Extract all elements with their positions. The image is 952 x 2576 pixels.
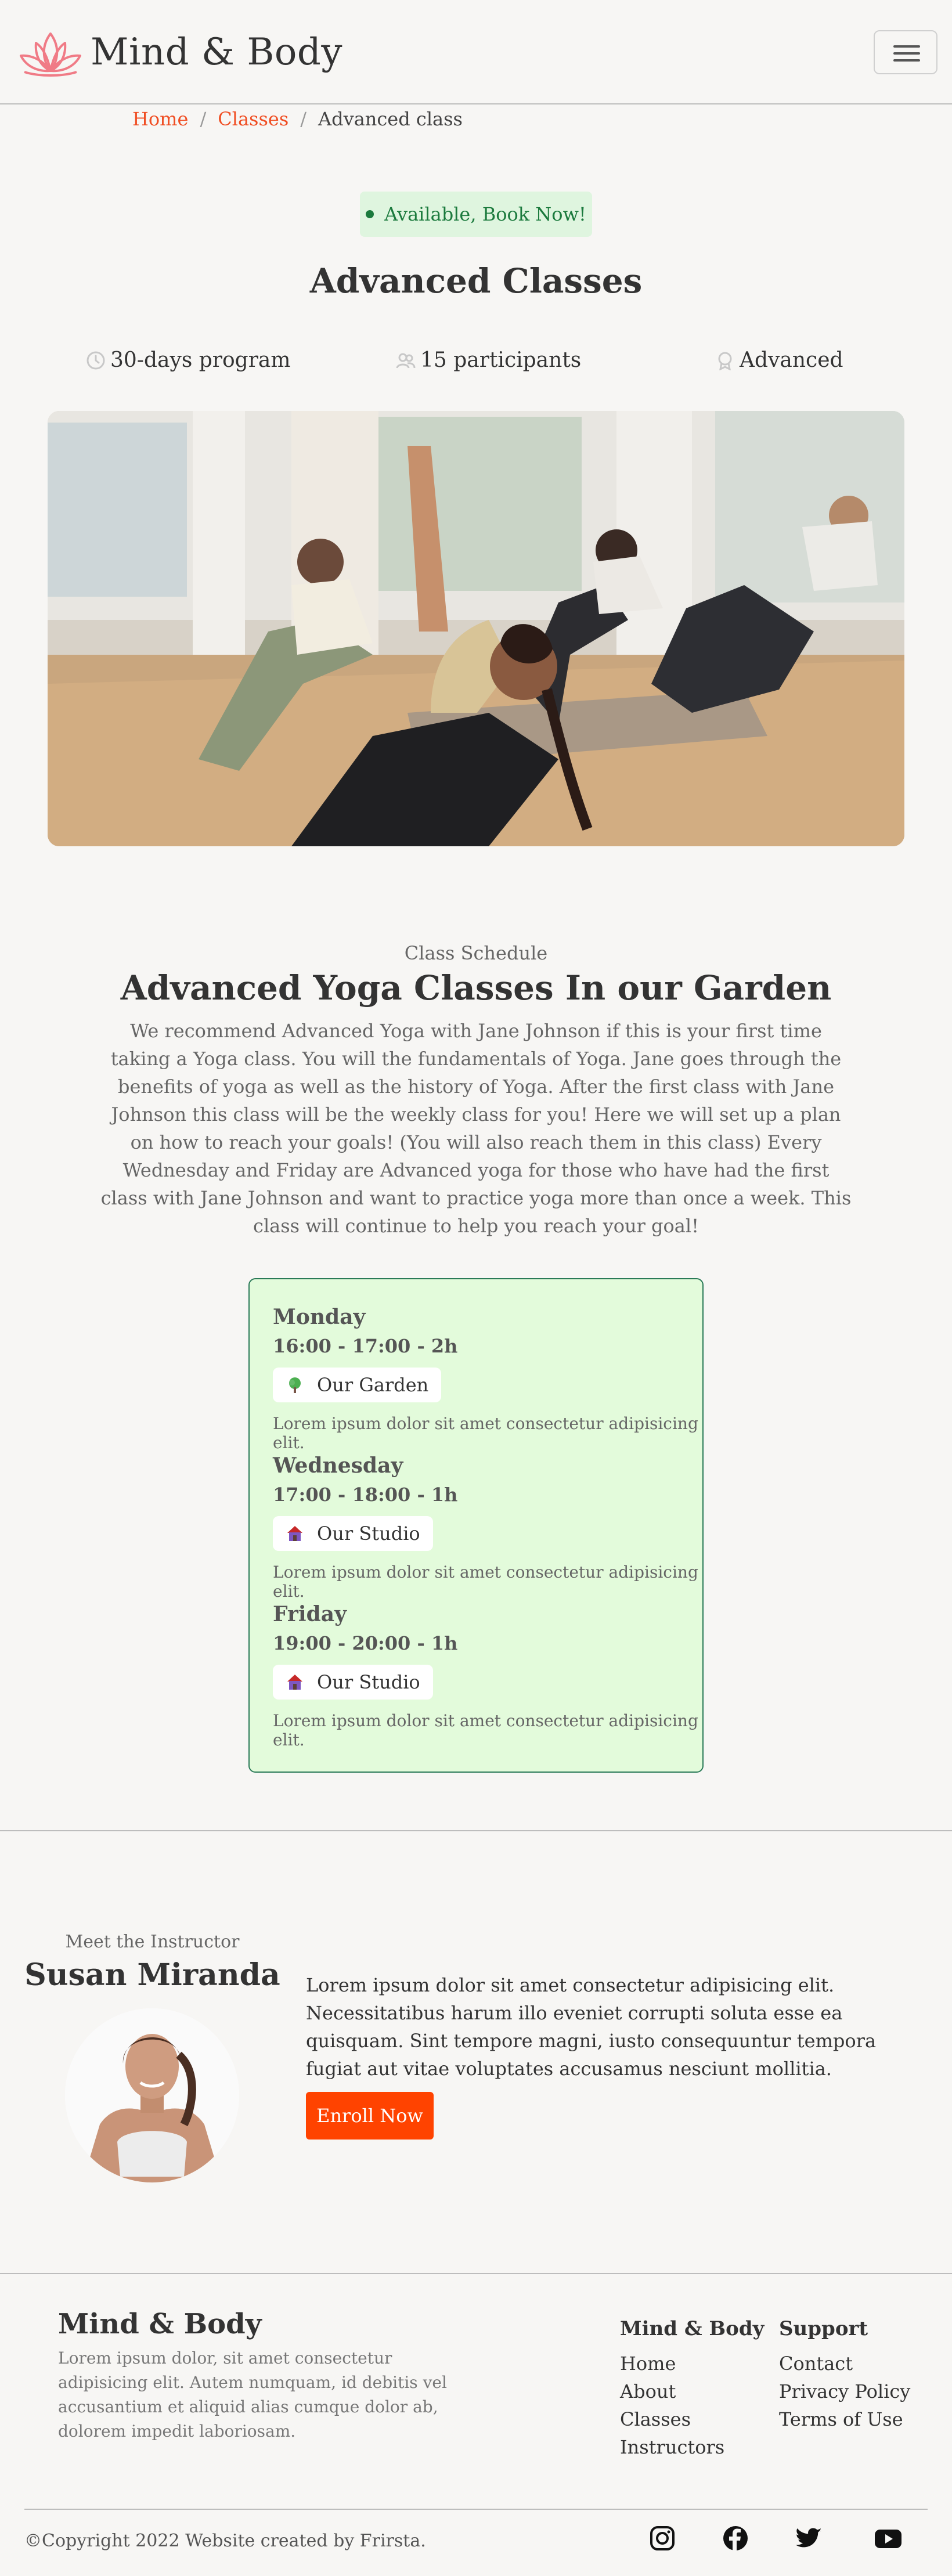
footer-brand: Mind & Body [58,2308,262,2340]
instructor-photo [65,2008,239,2182]
clock-icon [86,351,105,369]
location-chip[interactable]: Our Garden [273,1368,442,1402]
day-time: 16:00 - 17:00 - 2h [273,1335,458,1357]
footer-link-instructors[interactable]: Instructors [620,2433,764,2461]
footer-description: Lorem ipsum dolor, sit amet consectetur … [58,2348,447,2441]
status-dot-icon [366,210,374,218]
footer-link-classes[interactable]: Classes [620,2405,764,2433]
footer-link-home[interactable]: Home [620,2350,764,2377]
twitter-icon [796,2528,822,2548]
footer-link-privacy[interactable]: Privacy Policy [779,2377,910,2405]
youtube-icon [875,2530,901,2548]
section-divider [0,2273,952,2274]
day-note: Lorem ipsum dolor sit amet consectetur a… [273,1414,698,1452]
social-youtube-link[interactable] [874,2524,903,2553]
brand-logo[interactable]: Mind & Body [13,23,342,81]
footer-column-heading: Mind & Body [620,2317,765,2340]
footer-column-heading: Support [779,2317,868,2340]
breadcrumb-separator: / [300,108,307,130]
hamburger-menu-icon-bar [893,52,920,55]
instructor-bio: Lorem ipsum dolor sit amet consectetur a… [306,1974,877,2080]
day-name: Monday [273,1305,366,1329]
location-chip[interactable]: Our Studio [273,1665,433,1700]
breadcrumb: Home / Classes / Advanced class [132,108,463,130]
location-chip[interactable]: Our Studio [273,1516,433,1551]
instructor-eyebrow: Meet the Instructor [65,1932,240,1952]
social-instagram-link[interactable] [648,2524,677,2553]
footer-divider [24,2509,928,2510]
location-label: Our Garden [317,1374,429,1396]
brand-name: Mind & Body [91,31,343,74]
schedule-eyebrow: Class Schedule [404,942,548,964]
house-icon [287,1526,302,1541]
location-label: Our Studio [317,1522,420,1545]
footer-link-about[interactable]: About [620,2377,764,2405]
breadcrumb-classes-link[interactable]: Classes [218,108,289,130]
people-icon [396,353,416,369]
duration-label: 30-days program [110,348,291,372]
yoga-studio-photo [48,411,904,846]
footer-column-main: Mind & Body Home About Classes Instructo… [620,2317,764,2461]
day-name: Wednesday [273,1453,403,1478]
instructor-name: Susan Miranda [24,1957,280,1993]
page: Mind & Body Home / Classes / Advanced cl… [0,0,952,2576]
house-icon [287,1675,302,1690]
social-twitter-link[interactable] [795,2524,824,2553]
day-time: 17:00 - 18:00 - 1h [273,1484,458,1506]
day-note: Lorem ipsum dolor sit amet consectetur a… [273,1711,698,1749]
availability-label: Available, Book Now! [384,203,586,225]
schedule-description: We recommend Advanced Yoga with Jane Joh… [100,1020,852,1237]
lotus-icon [20,33,81,77]
breadcrumb-separator: / [200,108,207,130]
facebook-icon [723,2526,748,2550]
class-level: Advanced [715,348,843,372]
footer-column-support: Support Contact Privacy Policy Terms of … [779,2317,910,2433]
hamburger-menu-icon [893,45,920,48]
enroll-now-button[interactable]: Enroll Now [306,2092,434,2140]
hamburger-menu-button[interactable] [874,30,937,74]
site-header: Mind & Body [0,0,952,104]
breadcrumb-home-link[interactable]: Home [132,108,188,130]
schedule-title: Advanced Yoga Classes In our Garden [120,968,832,1008]
day-note: Lorem ipsum dolor sit amet consectetur a… [273,1563,698,1601]
class-hero-image [48,411,904,846]
breadcrumb-current: Advanced class [318,108,463,130]
day-time: 19:00 - 20:00 - 1h [273,1632,458,1654]
hamburger-menu-icon-bar [893,59,920,62]
schedule-day: Wednesday 17:00 - 18:00 - 1h Our Studio … [273,1453,702,1601]
page-title: Advanced Classes [309,261,643,301]
social-facebook-link[interactable] [721,2524,750,2553]
level-label: Advanced [740,348,843,372]
schedule-card: Monday 16:00 - 17:00 - 2h Our Garden Lor… [248,1278,704,1773]
class-duration: 30-days program [86,348,291,372]
schedule-day: Friday 19:00 - 20:00 - 1h Our Studio Lor… [273,1602,702,1749]
location-label: Our Studio [317,1671,420,1693]
copyright-text: ©Copyright 2022 Website created by Frirs… [24,2531,426,2551]
day-name: Friday [273,1602,347,1626]
participants-label: 15 participants [420,348,582,372]
footer-link-terms[interactable]: Terms of Use [779,2405,910,2433]
class-participants: 15 participants [396,348,581,372]
tree-icon [289,1377,301,1393]
section-divider [0,1830,952,1831]
schedule-day: Monday 16:00 - 17:00 - 2h Our Garden Lor… [273,1305,702,1452]
instagram-icon [650,2526,675,2550]
footer-link-contact[interactable]: Contact [779,2350,910,2377]
medal-icon [718,352,732,370]
instructor-avatar [65,2008,239,2182]
availability-badge[interactable]: Available, Book Now! [360,192,592,237]
